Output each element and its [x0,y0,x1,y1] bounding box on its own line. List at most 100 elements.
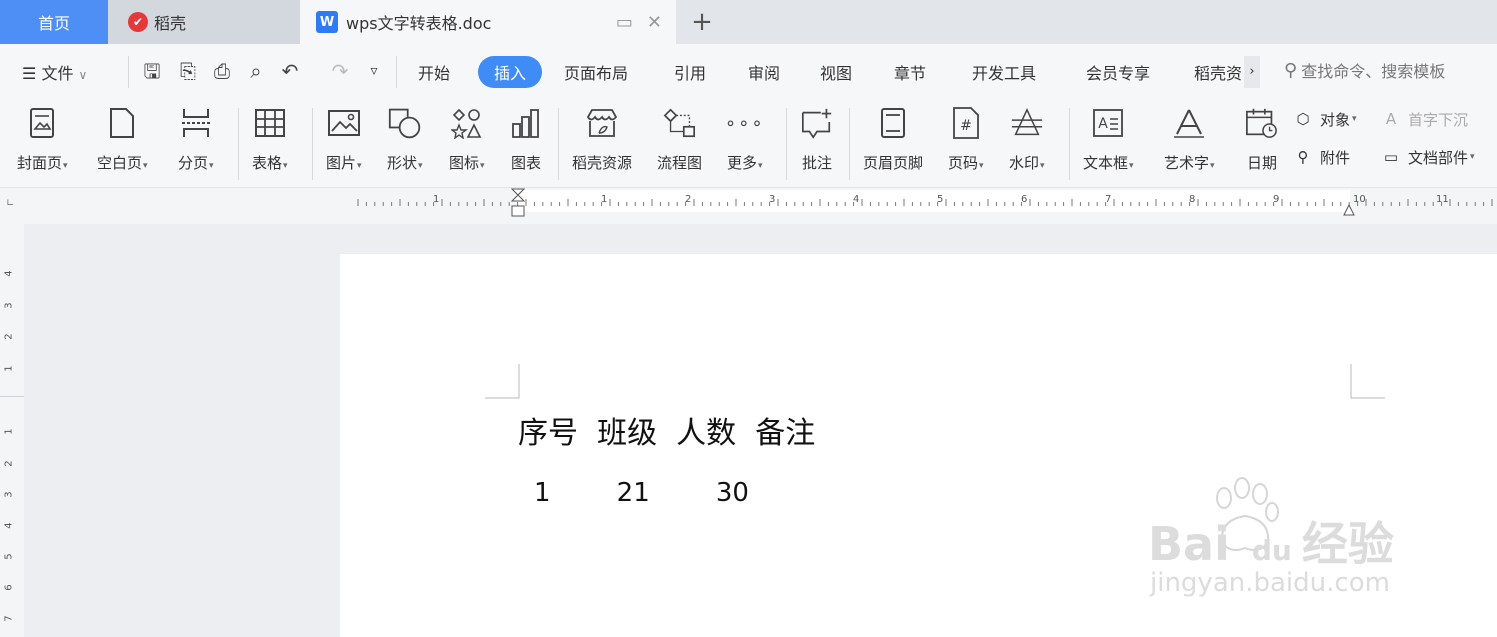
page-break-button[interactable]: 分页▾ [178,104,214,173]
date-button[interactable]: 日期 [1245,104,1279,173]
page-number-label: 页码 [948,154,979,172]
vertical-ruler[interactable]: 4 3 2 1 1 2 3 4 5 6 7 [0,224,24,637]
calendar-clock-icon [1245,104,1279,142]
menu-insert[interactable]: 插入 [478,56,542,88]
menu-start[interactable]: 开始 [418,60,450,84]
menu-bar: ☰ 文件 ∨ 🖫 ⎘ ⎙ ⌕ ↶ ↷ ▿ 开始 插入 页面布局 引用 审阅 视图… [0,44,1497,100]
svg-text:A: A [1098,116,1108,132]
cover-page-button[interactable]: 封面页▾ [17,104,68,173]
table-button[interactable]: 表格▾ [252,104,288,173]
indent-marker-icon[interactable] [511,188,525,218]
redo-icon[interactable]: ↷ [328,58,352,84]
wordart-button[interactable]: 艺术字▾ [1164,104,1215,173]
file-menu-label: 文件 [41,64,74,83]
menu-review-label: 审阅 [748,64,781,83]
document-line-header[interactable]: 序号 班级 人数 备注 [518,408,815,452]
pin-icon[interactable]: ▭ [616,12,633,33]
menu-daoke[interactable]: 稻壳资 [1194,60,1244,84]
attachment-button[interactable]: ⚲ 附件 [1292,146,1351,168]
save-icon[interactable]: 🖫 [140,58,164,84]
ruler-number: 1 [433,194,440,205]
tab-document[interactable]: W wps文字转表格.doc ▭ ✕ [300,0,676,44]
menu-references-label: 引用 [674,64,707,83]
customize-toolbar-icon[interactable]: ▿ [362,58,386,84]
command-search[interactable]: ⚲ 查找命令、搜索模板 [1284,58,1445,82]
textbox-label: 文本框 [1083,154,1129,172]
undo-icon[interactable]: ↶ [278,58,302,84]
object-button[interactable]: ⬡ 对象 ▾ [1292,108,1356,130]
object-cube-icon: ⬡ [1296,110,1310,128]
shape-icon [388,104,422,142]
doc-parts-button[interactable]: ▭ 文档部件 ▾ [1380,146,1475,168]
blank-page-button[interactable]: 空白页▾ [97,104,148,173]
search-icon: ⚲ [1284,59,1298,81]
menu-section[interactable]: 章节 [894,60,926,84]
picture-label: 图片 [326,154,357,172]
page-number-button[interactable]: # 页码▾ [948,104,984,173]
file-menu[interactable]: ☰ 文件 ∨ [22,60,87,84]
menu-references[interactable]: 引用 [674,60,706,84]
divider [238,108,239,180]
menu-page-layout[interactable]: 页面布局 [564,60,628,84]
vertical-ruler-number: 1 [3,428,15,435]
print-icon[interactable]: ⎙ [210,58,234,84]
daoke-resources-button[interactable]: 稻壳资源 [572,104,632,173]
store-icon [585,104,619,142]
menu-view[interactable]: 视图 [820,60,852,84]
watermark-brand-jingyan: 经验 [1301,517,1394,571]
vertical-ruler-number: 4 [3,522,15,529]
menu-developer-label: 开发工具 [972,64,1037,83]
menu-daoke-label: 稻壳资 [1194,64,1243,83]
drop-cap-button[interactable]: A 首字下沉 [1380,108,1468,130]
wordart-icon [1172,104,1206,142]
chart-icon [509,104,543,142]
textbox-button[interactable]: A 文本框▾ [1083,104,1134,173]
document-line-data[interactable]: 1 21 30 [534,478,749,508]
svg-text:#: # [960,118,972,134]
tab-daoke-label: 稻壳 [154,14,187,33]
ruler-number: 1 [601,194,608,205]
close-icon[interactable]: ✕ [647,12,662,33]
table-icon [253,104,287,142]
more-button[interactable]: ∘∘∘ 更多▾ [725,104,763,173]
document-page[interactable]: 序号 班级 人数 备注 1 21 30 Bai du 经验 jingyan.baid… [340,254,1497,637]
chevron-right-icon[interactable]: › [1244,56,1260,88]
vertical-ruler-number: 7 [3,615,15,622]
tab-bar: 首页 ✔ 稻壳 W wps文字转表格.doc ▭ ✕ + [0,0,1497,44]
chevron-down-icon: ∨ [78,68,88,82]
table-label: 表格 [252,154,283,172]
header-footer-button[interactable]: 页眉页脚 [863,104,923,173]
menu-developer[interactable]: 开发工具 [972,60,1036,84]
search-input[interactable]: 查找命令、搜索模板 [1301,58,1445,82]
ruler-number: 9 [1273,194,1280,205]
tab-home[interactable]: 首页 [0,0,108,44]
ruler-margin-line [0,396,24,397]
vertical-ruler-number: 6 [3,584,15,591]
print-preview-icon[interactable]: ⌕ [244,58,268,84]
wordart-label: 艺术字 [1164,154,1210,172]
divider [128,56,129,88]
shape-button[interactable]: 形状▾ [387,104,423,173]
chart-button[interactable]: 图表 [509,104,543,173]
tab-daoke[interactable]: ✔ 稻壳 [108,0,300,44]
ruler-number: 3 [769,194,776,205]
export-pdf-icon[interactable]: ⎘ [176,58,200,84]
watermark-button[interactable]: 水印▾ [1009,104,1045,173]
icon-button[interactable]: 图标▾ [449,104,485,173]
flowchart-button[interactable]: 流程图 [657,104,702,173]
horizontal-ruler[interactable]: ∟ 1 1 2 3 4 5 6 7 8 9 10 11 [0,188,1497,224]
hamburger-icon: ☰ [22,64,37,83]
comment-button[interactable]: 批注 [800,104,834,173]
ruler-number: 8 [1189,194,1196,205]
watermark-icon [1010,104,1044,142]
right-indent-marker-icon[interactable] [1343,202,1355,216]
menu-review[interactable]: 审阅 [748,60,780,84]
picture-button[interactable]: 图片▾ [326,104,362,173]
daoke-logo-icon: ✔ [128,12,148,32]
daoke-resources-label: 稻壳资源 [572,154,633,172]
blank-page-label: 空白页 [97,154,143,172]
divider [558,108,559,180]
divider [1069,108,1070,180]
menu-member[interactable]: 会员专享 [1086,60,1150,84]
new-tab-button[interactable]: + [676,0,728,44]
